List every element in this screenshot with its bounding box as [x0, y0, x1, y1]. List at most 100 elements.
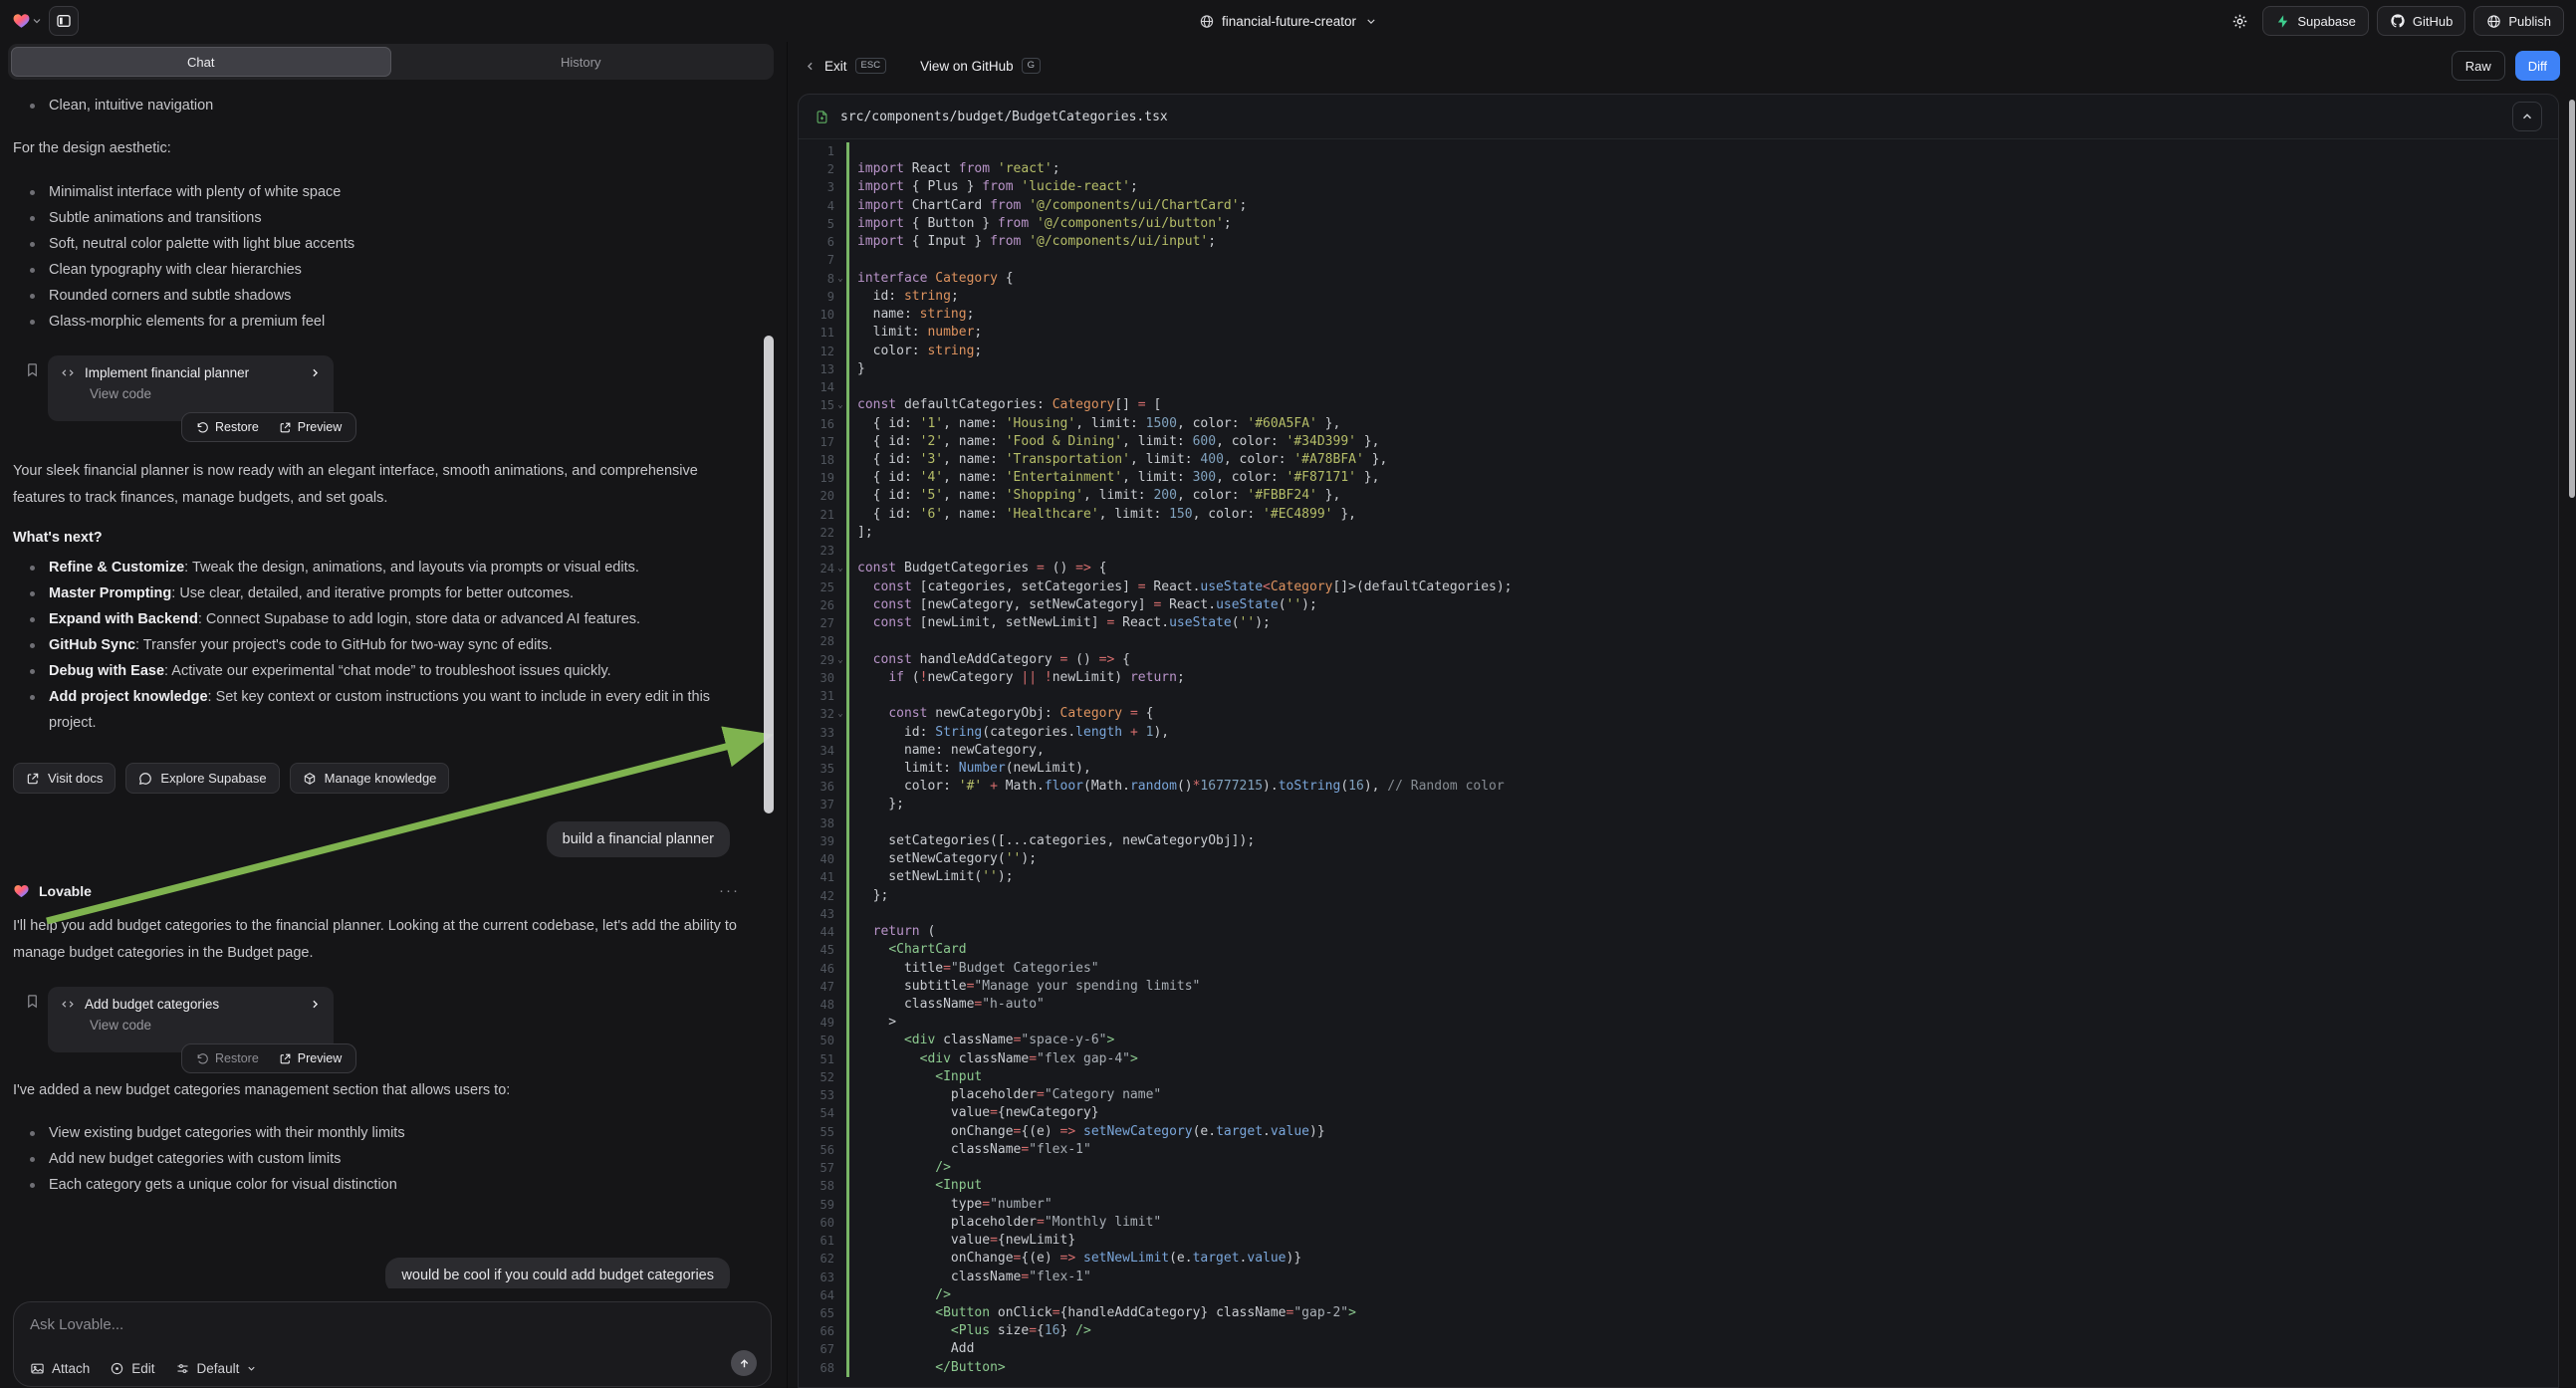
code-line: 16 { id: '1', name: 'Housing', limit: 15… — [799, 415, 2558, 433]
supabase-button-label: Supabase — [2297, 14, 2356, 29]
code-line: 46 title="Budget Categories" — [799, 960, 2558, 978]
raw-toggle-button[interactable]: Raw — [2452, 51, 2505, 81]
restore-preview-pill: Restore Preview — [181, 1043, 356, 1073]
gear-icon — [2231, 13, 2248, 30]
project-selector[interactable]: financial-future-creator — [1199, 0, 1377, 42]
file-header[interactable]: src/components/budget/BudgetCategories.t… — [799, 95, 2558, 139]
user-message: would be cool if you could add budget ca… — [385, 1258, 730, 1288]
collapse-file-button[interactable] — [2512, 102, 2542, 131]
code-line: 34 name: newCategory, — [799, 742, 2558, 760]
settings-button[interactable] — [2225, 6, 2254, 36]
preview-button[interactable]: Preview — [271, 413, 350, 441]
code-line: 3import { Plus } from 'lucide-react'; — [799, 178, 2558, 196]
bookmark-icon[interactable] — [25, 361, 40, 378]
more-options-button[interactable]: ··· — [719, 882, 740, 899]
exit-button[interactable]: Exit ESC — [804, 58, 886, 74]
tab-history[interactable]: History — [391, 47, 772, 77]
code-line: 64 /> — [799, 1286, 2558, 1304]
github-button[interactable]: GitHub — [2377, 6, 2465, 36]
code-card: src/components/budget/BudgetCategories.t… — [798, 94, 2559, 1388]
view-on-github-button[interactable]: View on GitHub G — [920, 58, 1041, 74]
code-line: 27 const [newLimit, setNewLimit] = React… — [799, 614, 2558, 632]
bookmark-icon[interactable] — [25, 993, 40, 1010]
code-line: 11 limit: number; — [799, 324, 2558, 342]
code-line: 52 <Input — [799, 1068, 2558, 1086]
restore-history-icon — [196, 1052, 209, 1065]
publish-button-label: Publish — [2508, 14, 2551, 29]
preview-button[interactable]: Preview — [271, 1044, 350, 1072]
prompt-box: Attach Edit Default — [13, 1301, 772, 1387]
list-item: View existing budget categories with the… — [13, 1120, 752, 1146]
code-line: 12 color: string; — [799, 343, 2558, 360]
code-line: 65 <Button onClick={handleAddCategory} c… — [799, 1304, 2558, 1322]
code-line: 35 limit: Number(newLimit), — [799, 760, 2558, 778]
code-line: 5import { Button } from '@/components/ui… — [799, 215, 2558, 233]
heart-logo-icon — [12, 12, 31, 30]
assistant-summary: Your sleek financial planner is now read… — [13, 458, 752, 512]
visit-docs-button[interactable]: Visit docs — [13, 763, 116, 794]
arrow-up-icon — [738, 1357, 751, 1370]
lovable-heart-icon — [13, 883, 30, 899]
list-item: Debug with Ease: Activate our experiment… — [13, 658, 752, 684]
code-icon — [60, 998, 76, 1011]
prompt-input[interactable] — [30, 1316, 755, 1333]
code-line: 33 id: String(categories.length + 1), — [799, 724, 2558, 742]
explore-supabase-button[interactable]: Explore Supabase — [125, 763, 279, 794]
view-code-link[interactable]: View code — [90, 1018, 322, 1033]
assistant-summary: I've added a new budget categories manag… — [13, 1077, 752, 1104]
tab-chat[interactable]: Chat — [11, 47, 391, 77]
feature-bullets: View existing budget categories with the… — [13, 1120, 752, 1198]
code-line: 32⌄ const newCategoryObj: Category = { — [799, 705, 2558, 723]
restore-button[interactable]: Restore — [188, 413, 267, 441]
version-card-title: Implement financial planner — [85, 365, 300, 380]
suggestion-buttons: Visit docs Explore Supabase Manage knowl… — [13, 763, 752, 794]
external-link-icon — [279, 1052, 292, 1065]
toggle-sidebar-button[interactable] — [49, 6, 79, 36]
code-line: 36 color: '#' + Math.floor(Math.random()… — [799, 778, 2558, 796]
list-item: Expand with Backend: Connect Supabase to… — [13, 606, 752, 632]
code-line: 9 id: string; — [799, 288, 2558, 306]
external-link-icon — [26, 772, 40, 786]
list-item: Subtle animations and transitions — [13, 205, 752, 231]
publish-button[interactable]: Publish — [2473, 6, 2564, 36]
view-code-link[interactable]: View code — [90, 386, 322, 401]
list-item: Master Prompting: Use clear, detailed, a… — [13, 580, 752, 606]
top-bar: financial-future-creator Supabase — [0, 0, 2576, 42]
manage-knowledge-button[interactable]: Manage knowledge — [290, 763, 450, 794]
attach-button[interactable]: Attach — [30, 1361, 90, 1376]
list-item: Refine & Customize: Tweak the design, an… — [13, 555, 752, 580]
code-panel: Exit ESC View on GitHub G Raw Diff src/c… — [787, 42, 2576, 1388]
attach-image-icon — [30, 1361, 45, 1376]
list-item: Rounded corners and subtle shadows — [13, 283, 752, 309]
chat-scrollbar-thumb[interactable] — [764, 336, 774, 813]
chat-tabs: Chat History — [8, 44, 774, 80]
code-line: 58 <Input — [799, 1177, 2558, 1195]
lovable-logo[interactable] — [12, 12, 43, 30]
code-line: 56 className="flex-1" — [799, 1141, 2558, 1159]
code-line: 57 /> — [799, 1159, 2558, 1177]
code-line: 15⌄const defaultCategories: Category[] =… — [799, 396, 2558, 414]
chat-panel: Chat History Clean, intuitive navigation… — [0, 42, 787, 1388]
code-line: 53 placeholder="Category name" — [799, 1086, 2558, 1104]
chevron-right-icon — [309, 366, 322, 379]
restore-preview-pill: Restore Preview — [181, 412, 356, 442]
globe-icon — [2486, 14, 2501, 29]
code-scrollbar-thumb[interactable] — [2569, 100, 2575, 498]
code-line: 59 type="number" — [799, 1196, 2558, 1214]
supabase-button[interactable]: Supabase — [2262, 6, 2369, 36]
chevron-down-icon — [1364, 15, 1377, 28]
esc-kbd: ESC — [855, 58, 887, 74]
whats-next-heading: What's next? — [13, 530, 752, 546]
edit-target-icon — [110, 1361, 124, 1376]
diff-toggle-button[interactable]: Diff — [2515, 51, 2560, 81]
model-selector[interactable]: Default — [175, 1361, 258, 1376]
code-line: 60 placeholder="Monthly limit" — [799, 1214, 2558, 1232]
restore-button[interactable]: Restore — [188, 1044, 267, 1072]
sidebar-icon — [56, 13, 72, 29]
code-line: 31 — [799, 687, 2558, 705]
code-line: 18 { id: '3', name: 'Transportation', li… — [799, 451, 2558, 469]
code-line: 29⌄ const handleAddCategory = () => { — [799, 651, 2558, 669]
send-button[interactable] — [731, 1350, 757, 1376]
edit-mode-button[interactable]: Edit — [110, 1361, 154, 1376]
github-octocat-icon — [2390, 13, 2406, 29]
